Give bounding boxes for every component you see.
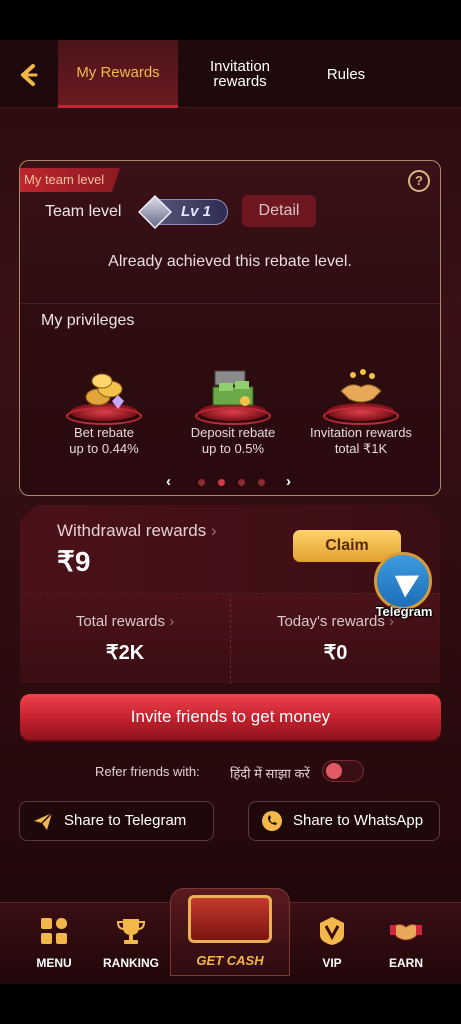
nav-ranking-label: RANKING (103, 956, 159, 970)
pager-dot[interactable] (258, 479, 265, 486)
nav-ranking[interactable]: RANKING (91, 903, 171, 984)
total-rewards-label: Total rewards (75, 613, 166, 630)
treasure-chest-icon (188, 895, 272, 943)
privilege-pedestal (195, 355, 271, 425)
withdrawal-amount: ₹9 (57, 546, 91, 577)
privilege-line1: Deposit rebate (190, 425, 276, 440)
tab-my-rewards[interactable]: My Rewards (58, 40, 178, 108)
back-button[interactable] (16, 62, 42, 88)
telegram-icon (374, 552, 432, 610)
divider (20, 303, 440, 304)
privilege-bet-rebate: Bet rebate up to 0.44% (39, 355, 169, 465)
pager-dot[interactable] (238, 479, 245, 486)
privilege-pedestal (323, 355, 399, 425)
nav-vip-label: VIP (322, 956, 342, 970)
paper-plane-icon (34, 812, 53, 830)
language-label: हिंदी में साझा करें (230, 766, 310, 781)
tab-invitation-rewards[interactable]: Invitation rewards (190, 40, 290, 108)
team-level-label: Team level (45, 203, 122, 220)
nav-vip[interactable]: VIP (292, 903, 372, 984)
nav-menu-label: MENU (36, 956, 72, 970)
trophy-icon (116, 919, 146, 944)
pager-dot[interactable] (218, 479, 225, 486)
app-screen: My Rewards Invitation rewards Rules My t… (0, 40, 461, 984)
privilege-invitation-rewards: Invitation rewards total ₹1K (296, 355, 426, 465)
help-icon[interactable]: ? (408, 170, 430, 192)
team-level-tag: My team level (20, 168, 121, 192)
handshake-icon (390, 923, 422, 941)
pager-dot[interactable] (198, 479, 205, 486)
achieved-message: Already achieved this rebate level. (108, 253, 352, 270)
privileges-pager: ‹ › (20, 473, 440, 490)
todays-rewards-value: ₹0 (323, 642, 348, 664)
share-telegram-label: Share to Telegram (64, 812, 187, 829)
coins-icon (85, 373, 124, 409)
total-rewards-value: ₹2K (105, 642, 145, 664)
privilege-line2: up to 0.5% (201, 441, 265, 456)
share-whatsapp-button[interactable]: Share to WhatsApp (248, 801, 440, 841)
invite-friends-button[interactable]: Invite friends to get money (20, 694, 441, 740)
pager-prev-icon[interactable]: ‹ (166, 473, 171, 490)
privilege-pedestal (66, 355, 142, 425)
nav-get-cash-label: GET CASH (196, 953, 264, 968)
privilege-line2: up to 0.44% (69, 441, 139, 456)
pager-next-icon[interactable]: › (286, 473, 291, 490)
refer-label: Refer friends with: (95, 764, 200, 779)
share-telegram-button[interactable]: Share to Telegram (19, 801, 214, 841)
top-bar: My Rewards Invitation rewards Rules (0, 40, 461, 108)
tab-rules[interactable]: Rules (300, 40, 392, 108)
nav-get-cash[interactable]: GET CASH (170, 888, 290, 976)
privilege-line1: Invitation rewards (310, 425, 412, 440)
withdrawal-title[interactable]: Withdrawal rewards › (57, 521, 217, 541)
menu-grid-icon (41, 918, 67, 944)
privilege-deposit-rebate: Deposit rebate up to 0.5% (168, 355, 298, 465)
telegram-float-button[interactable]: Telegram (368, 552, 440, 624)
nav-menu[interactable]: MENU (14, 903, 94, 984)
language-toggle[interactable] (322, 760, 364, 782)
chevron-left-icon (21, 64, 38, 86)
nav-earn-label: EARN (388, 956, 423, 970)
privilege-line2: total ₹1K (334, 441, 388, 456)
money-chest-icon (212, 370, 254, 406)
level-text: Lv 1 (181, 203, 212, 220)
whatsapp-icon (262, 811, 282, 831)
nav-earn[interactable]: EARN (366, 903, 446, 984)
detail-button[interactable]: Detail (242, 195, 316, 227)
privileges-title: My privileges (41, 312, 135, 329)
telegram-float-label: Telegram (375, 604, 433, 619)
vip-badge-icon (320, 917, 344, 945)
level-badge: Lv 1 (138, 195, 228, 229)
privilege-line1: Bet rebate (74, 425, 134, 440)
total-rewards[interactable]: Total rewards › ₹2K (20, 594, 230, 684)
handshake-icon (340, 369, 382, 403)
team-level-card: My team level ? Team level Lv 1 Detail A… (19, 160, 441, 496)
share-whatsapp-label: Share to WhatsApp (293, 812, 424, 829)
level-gem-icon (138, 195, 172, 229)
